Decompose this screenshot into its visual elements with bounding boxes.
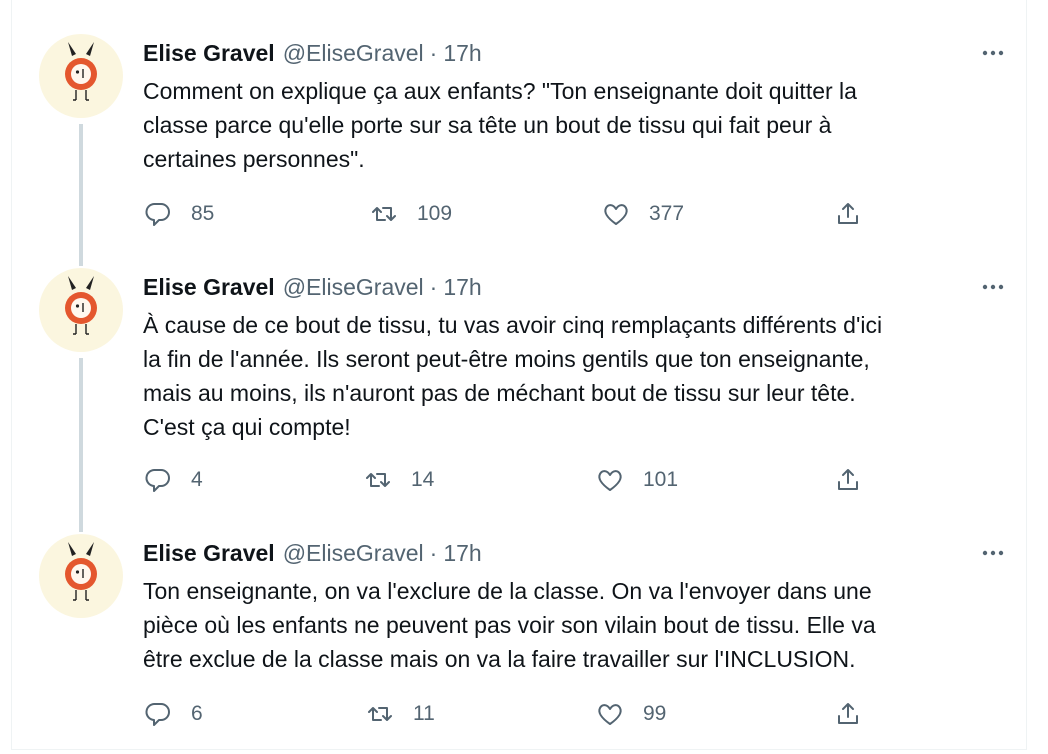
retweet-icon	[372, 207, 396, 221]
more-button[interactable]	[978, 38, 1008, 68]
more-button[interactable]	[978, 538, 1008, 568]
avatar[interactable]	[39, 34, 123, 118]
share-icon	[838, 469, 858, 490]
retweet-button[interactable]: 14	[363, 462, 434, 498]
retweet-icon	[368, 707, 392, 721]
like-button[interactable]: 99	[595, 696, 666, 732]
retweet-count: 11	[413, 702, 435, 725]
reply-icon	[145, 203, 170, 226]
more-icon	[982, 50, 1004, 56]
author-handle[interactable]: @EliseGravel	[283, 274, 424, 301]
avatar[interactable]	[39, 534, 123, 618]
more-icon	[982, 284, 1004, 290]
avatar-character-icon	[65, 542, 97, 601]
author-handle[interactable]: @EliseGravel	[283, 40, 424, 67]
share-button[interactable]	[833, 196, 863, 232]
retweet-count: 109	[417, 202, 453, 225]
timestamp[interactable]: 17h	[443, 274, 481, 301]
retweet-count: 14	[411, 468, 435, 491]
retweet-button[interactable]: 109	[369, 196, 452, 232]
like-count: 99	[643, 702, 667, 725]
share-icon	[838, 203, 858, 224]
reply-icon	[145, 469, 170, 492]
tweet-header: Elise Gravel @EliseGravel · 17h	[143, 272, 1008, 302]
author-name[interactable]: Elise Gravel	[143, 40, 275, 67]
tweet[interactable]: Elise Gravel @EliseGravel · 17h Comment …	[12, 0, 1028, 250]
tweet-text: Ton enseignante, on va l'exclure de la c…	[143, 578, 876, 672]
share-button[interactable]	[833, 696, 863, 732]
share-icon	[838, 703, 858, 724]
avatar-character-icon	[65, 276, 97, 335]
separator: ·	[429, 539, 438, 566]
reply-icon	[145, 703, 170, 726]
reply-count: 6	[191, 702, 203, 725]
like-button[interactable]: 377	[601, 196, 684, 232]
more-icon	[982, 550, 1004, 556]
like-button[interactable]: 101	[595, 462, 678, 498]
tweet-text: À cause de ce bout de tissu, tu vas avoi…	[143, 312, 883, 440]
more-button[interactable]	[978, 272, 1008, 302]
timestamp[interactable]: 17h	[443, 540, 481, 567]
retweet-button[interactable]: 11	[365, 696, 435, 732]
share-button[interactable]	[833, 462, 863, 498]
like-icon	[598, 704, 622, 725]
like-count: 377	[649, 202, 685, 225]
timestamp[interactable]: 17h	[443, 40, 481, 67]
tweet-actions: 85 109 377	[143, 196, 883, 232]
tweet-actions: 6 11 99	[143, 696, 883, 732]
tweet-actions: 4 14 101	[143, 462, 883, 498]
avatar-character-icon	[65, 42, 97, 101]
retweet-icon	[366, 473, 390, 487]
tweet-header: Elise Gravel @EliseGravel · 17h	[143, 38, 1008, 68]
author-name[interactable]: Elise Gravel	[143, 274, 275, 301]
timeline-thread: Elise Gravel @EliseGravel · 17h Comment …	[11, 0, 1027, 750]
reply-button[interactable]: 4	[143, 462, 203, 498]
separator: ·	[429, 273, 438, 300]
like-count: 101	[643, 468, 679, 491]
author-name[interactable]: Elise Gravel	[143, 540, 275, 567]
reply-count: 4	[191, 468, 203, 491]
author-handle[interactable]: @EliseGravel	[283, 540, 424, 567]
tweet[interactable]: Elise Gravel @EliseGravel · 17h À cause …	[12, 250, 1028, 512]
tweet-header: Elise Gravel @EliseGravel · 17h	[143, 538, 1008, 568]
like-icon	[598, 470, 622, 491]
reply-button[interactable]: 85	[143, 196, 214, 232]
tweet[interactable]: Elise Gravel @EliseGravel · 17h Ton ense…	[12, 512, 1028, 750]
like-icon	[604, 204, 628, 225]
separator: ·	[429, 39, 438, 66]
reply-button[interactable]: 6	[143, 696, 203, 732]
tweet-text: Comment on explique ça aux enfants? "Ton…	[143, 78, 857, 172]
reply-count: 85	[191, 202, 215, 225]
avatar[interactable]	[39, 268, 123, 352]
